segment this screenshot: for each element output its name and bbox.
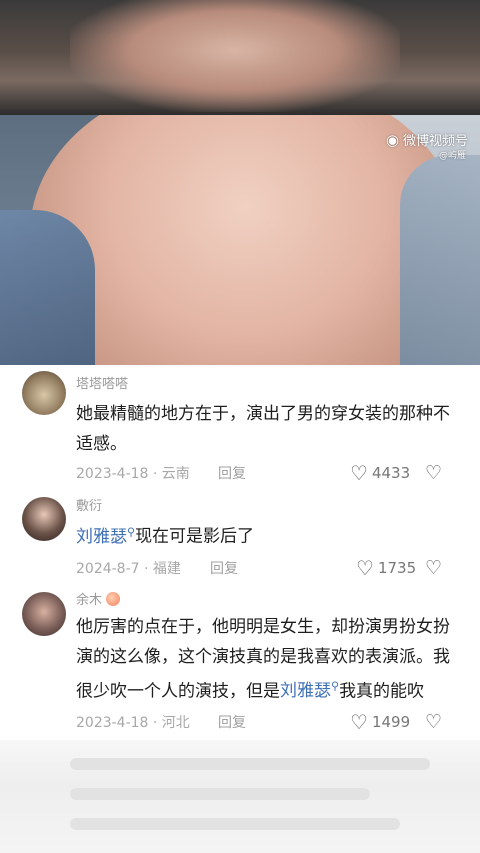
weibo-eye-icon: ◉: [385, 130, 399, 149]
blurred-line: [70, 758, 430, 770]
peach-icon: [106, 591, 121, 606]
heart-icon: ♡: [356, 555, 374, 580]
comment-text: 刘雅瑟⚲现在可是影后了: [76, 517, 460, 552]
comment-text-rest: 我真的能吹: [339, 681, 425, 702]
weibo-watermark: ◉ 微博视频号: [385, 130, 468, 150]
comment-meta: 2024-8-7 · 福建 回复 ♡ 1735 ♡: [76, 557, 460, 582]
video-sleeve-left: [0, 210, 95, 365]
like-button[interactable]: ♡ 1735: [356, 558, 416, 578]
avatar[interactable]: [22, 591, 66, 636]
reply-button[interactable]: 回复: [218, 463, 246, 483]
avatar[interactable]: [22, 371, 66, 415]
heart-icon: ♡: [350, 710, 368, 735]
comment-meta: 2023-4-18 · 河北 回复 ♡ 1499 ♡: [76, 711, 460, 736]
broken-heart-icon[interactable]: ♡: [425, 557, 442, 579]
video-player[interactable]: [0, 115, 480, 365]
video-sleeve-right: [400, 155, 480, 365]
blurred-figure: [70, 0, 400, 112]
avatar[interactable]: [22, 497, 66, 541]
comment-date-location: 2023-4-18 · 河北: [76, 715, 190, 732]
blurred-video-top: [0, 0, 480, 115]
search-icon: ⚲: [127, 525, 136, 538]
comment-text: 她最精髓的地方在于，演出了男的穿女装的那种不适感。: [76, 404, 450, 454]
comment-username[interactable]: 余木: [76, 590, 460, 608]
comment-item: 敷衍 刘雅瑟⚲现在可是影后了 2024-8-7 · 福建 回复 ♡ 1735 ♡: [0, 487, 480, 582]
mention-link[interactable]: 刘雅瑟⚲: [76, 525, 136, 547]
blurred-line: [70, 818, 400, 830]
broken-heart-icon[interactable]: ♡: [425, 711, 442, 733]
blurred-content-bottom: [0, 740, 480, 853]
comment-text-rest: 现在可是影后了: [135, 526, 255, 547]
comment-username[interactable]: 塔塔嗒嗒: [76, 373, 460, 392]
comment-text: 他厉害的点在于，他明明是女生，却扮演男扮女扮演的这么像，这个演技真的是我喜欢的表…: [76, 612, 460, 707]
reply-button[interactable]: 回复: [218, 712, 246, 732]
watermark-account: @屿雁: [438, 151, 466, 161]
like-button[interactable]: ♡ 4433: [350, 463, 410, 483]
reply-button[interactable]: 回复: [210, 558, 238, 578]
comment-date-location: 2024-8-7 · 福建: [76, 560, 181, 577]
like-count: 1499: [371, 713, 411, 732]
blurred-line: [70, 788, 370, 800]
broken-heart-icon[interactable]: ♡: [425, 462, 442, 484]
comment-username[interactable]: 敷衍: [76, 495, 460, 514]
like-count: 1735: [377, 558, 417, 577]
heart-icon: ♡: [350, 461, 368, 485]
search-icon: ⚲: [331, 679, 340, 693]
comment-item: 余木 他厉害的点在于，他明明是女生，却扮演男扮女扮演的这么像，这个演技真的是我喜…: [0, 582, 480, 737]
mention-link[interactable]: 刘雅瑟⚲: [280, 679, 340, 702]
watermark-brand: 微博视频号: [402, 134, 468, 149]
comment-date-location: 2023-4-18 · 云南: [76, 466, 190, 482]
like-count: 4433: [371, 464, 411, 482]
comment-item: 塔塔嗒嗒 她最精髓的地方在于，演出了男的穿女装的那种不适感。 2023-4-18…: [0, 365, 480, 487]
comment-meta: 2023-4-18 · 云南 回复 ♡ 4433 ♡: [76, 462, 460, 487]
comment-list: 塔塔嗒嗒 她最精髓的地方在于，演出了男的穿女装的那种不适感。 2023-4-18…: [0, 365, 480, 736]
like-button[interactable]: ♡ 1499: [350, 712, 410, 732]
